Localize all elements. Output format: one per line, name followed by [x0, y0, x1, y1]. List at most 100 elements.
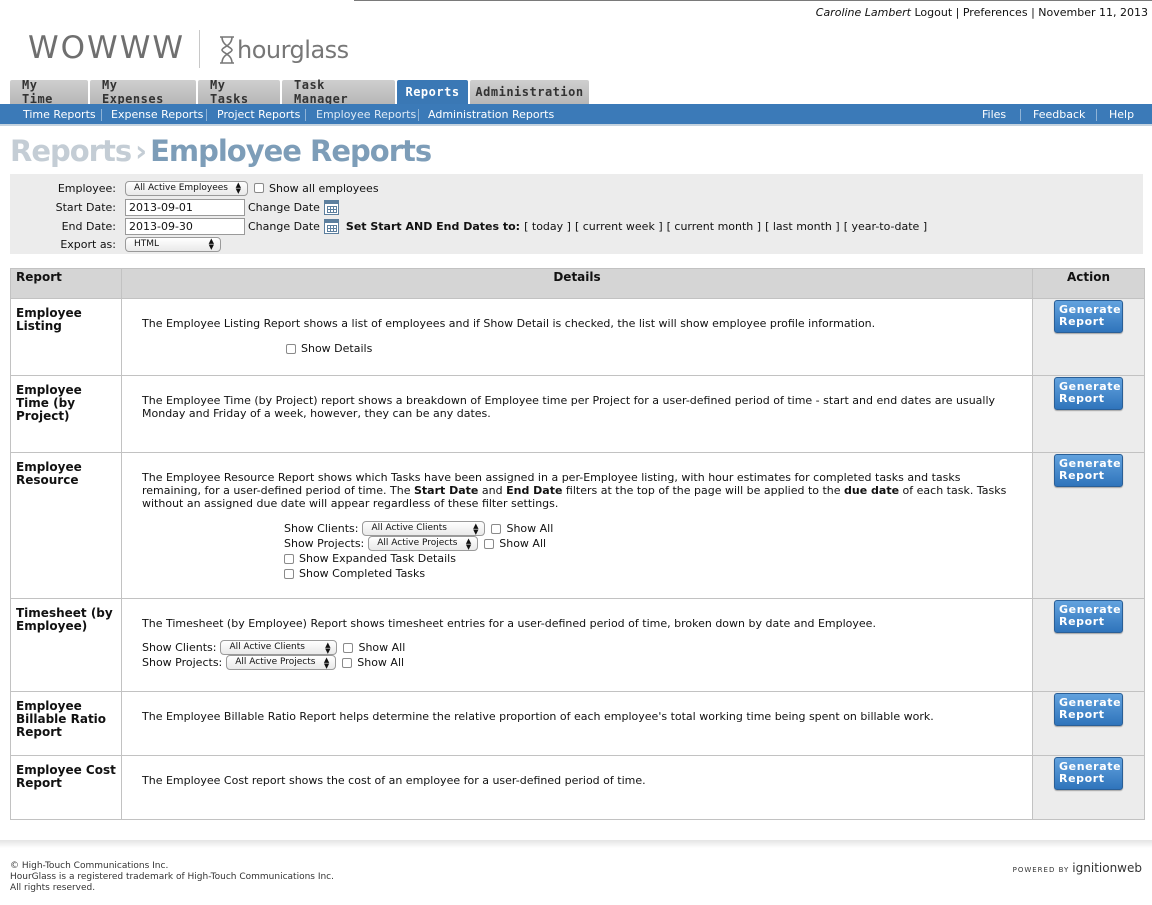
subnav-separator — [305, 109, 306, 121]
projects-select[interactable]: All Active Projects ▲ ▼ — [226, 655, 337, 670]
button-label-line2: Report — [1059, 392, 1105, 405]
report-name: Employee Cost Report — [10, 755, 122, 820]
show-clients-row: Show Clients: All Active Clients ▲ ▼ Show … — [284, 521, 1012, 536]
breadcrumb-current: Employee Reports — [150, 134, 432, 168]
employee-label: Employee: — [57, 181, 116, 195]
subnav-separator — [1096, 109, 1097, 121]
timesheet-options: Show Clients: All Active Clients ▲ ▼ Show … — [142, 640, 1012, 670]
start-date-label: Start Date: — [55, 200, 116, 214]
show-all-employees-checkbox[interactable] — [254, 183, 264, 193]
subnav-separator — [101, 109, 102, 121]
show-all-clients-checkbox[interactable] — [491, 523, 502, 534]
desc-text: and — [478, 484, 507, 497]
table-row: Employee Time (by Project) The Employee … — [10, 375, 1145, 453]
preferences-link[interactable]: Preferences — [963, 6, 1028, 19]
calendar-icon[interactable] — [323, 199, 339, 215]
table-row: Employee Resource The Employee Resource … — [10, 452, 1145, 599]
tab-my-expenses[interactable]: My Expenses — [90, 78, 196, 106]
generate-report-button[interactable]: Generate Report — [1054, 600, 1123, 633]
trademark-line: HourGlass is a registered trademark of H… — [10, 872, 334, 882]
report-description: The Timesheet (by Employee) Report shows… — [142, 617, 876, 630]
subnav-time-reports[interactable]: Time Reports — [15, 104, 104, 126]
quick-date-last-month[interactable]: [ last month ] — [765, 220, 840, 233]
clients-select[interactable]: All Active Clients ▲ ▼ — [220, 640, 338, 655]
footer-powered-by[interactable]: POWERED BY ignitionweb — [1013, 861, 1142, 875]
breadcrumb-reports[interactable]: Reports — [10, 134, 132, 168]
rights-line: All rights reserved. — [10, 883, 96, 893]
report-details: The Employee Listing Report shows a list… — [121, 298, 1033, 376]
button-label-line2: Report — [1059, 615, 1105, 628]
show-all-clients-checkbox[interactable] — [343, 642, 354, 653]
powered-by-label: POWERED BY — [1012, 866, 1070, 874]
subnav-separator — [1020, 109, 1021, 121]
set-dates-label: Set Start AND End Dates to: — [345, 219, 521, 233]
page-title: Reports › Employee Reports — [10, 134, 432, 168]
completed-tasks-checkbox[interactable] — [284, 568, 294, 579]
tab-my-tasks[interactable]: My Tasks — [198, 78, 280, 106]
subnav-project-reports[interactable]: Project Reports — [209, 104, 308, 126]
generate-report-button[interactable]: Generate Report — [1054, 454, 1123, 487]
generate-report-button[interactable]: Generate Report — [1054, 757, 1123, 790]
show-clients-label: Show Clients: — [284, 522, 359, 535]
expanded-details-label: Show Expanded Task Details — [299, 552, 456, 565]
table-row: Employee Cost Report The Employee Cost r… — [10, 755, 1145, 820]
report-name: Employee Billable Ratio Report — [10, 691, 122, 756]
show-details-option: Show Details — [286, 341, 1012, 356]
end-change-date-label[interactable]: Change Date — [248, 220, 320, 233]
show-all-projects-checkbox[interactable] — [484, 538, 495, 549]
tab-reports[interactable]: Reports — [397, 80, 468, 104]
show-projects-label: Show Projects: — [142, 656, 223, 669]
subnav-feedback[interactable]: Feedback — [1025, 104, 1093, 126]
report-details: The Timesheet (by Employee) Report shows… — [121, 598, 1033, 692]
user-name: Caroline Lambert — [815, 6, 911, 19]
projects-select[interactable]: All Active Projects ▲ ▼ — [368, 536, 479, 551]
table-row: Timesheet (by Employee) The Timesheet (b… — [10, 598, 1145, 692]
employee-filter-row: Employee: All Active Employees ▲ ▼ Show al… — [10, 179, 379, 197]
show-all-projects-checkbox[interactable] — [342, 657, 353, 668]
expanded-details-checkbox[interactable] — [284, 553, 294, 564]
select-arrows-icon: ▲ ▼ — [325, 640, 331, 655]
copyright-line: © High-Touch Communications Inc. — [10, 861, 169, 871]
export-label: Export as: — [60, 237, 116, 251]
report-details: The Employee Resource Report shows which… — [121, 452, 1033, 599]
quick-date-year-to-date[interactable]: [ year-to-date ] — [844, 220, 927, 233]
tab-administration[interactable]: Administration — [470, 80, 589, 104]
button-label-line2: Report — [1059, 772, 1105, 785]
tab-task-manager[interactable]: Task Manager — [282, 78, 395, 106]
quick-date-current-week[interactable]: [ current week ] — [575, 220, 663, 233]
export-row: Export as: HTML ▲ ▼ — [10, 235, 221, 253]
logout-link[interactable]: Logout — [914, 6, 952, 19]
show-details-checkbox[interactable] — [286, 343, 296, 354]
select-arrows-icon: ▲ ▼ — [208, 237, 214, 251]
tab-my-time[interactable]: My Time — [10, 78, 88, 106]
vendor-logo: ignitionweb — [1072, 861, 1142, 875]
show-projects-row: Show Projects: All Active Projects ▲ ▼ Sho… — [142, 655, 1012, 670]
show-all-label: Show All — [499, 537, 547, 550]
subnav-administration-reports[interactable]: Administration Reports — [420, 104, 562, 126]
quick-date-current-month[interactable]: [ current month ] — [667, 220, 761, 233]
clients-select[interactable]: All Active Clients ▲ ▼ — [362, 521, 486, 536]
show-all-label: Show All — [357, 656, 405, 669]
generate-report-button[interactable]: Generate Report — [1054, 693, 1123, 726]
generate-report-button[interactable]: Generate Report — [1054, 377, 1123, 410]
projects-select-value: All Active Projects — [377, 538, 458, 548]
quick-date-today[interactable]: [ today ] — [524, 220, 571, 233]
employee-select[interactable]: All Active Employees ▲ ▼ — [125, 180, 248, 196]
calendar-icon[interactable] — [323, 218, 339, 234]
subnav-employee-reports[interactable]: Employee Reports — [308, 104, 424, 126]
subnav-help[interactable]: Help — [1101, 104, 1142, 126]
desc-bold-end-date: End Date — [506, 484, 563, 497]
separator: | — [955, 6, 960, 19]
export-select[interactable]: HTML ▲ ▼ — [125, 236, 221, 252]
separator: | — [1031, 6, 1035, 19]
start-change-date-label[interactable]: Change Date — [248, 201, 320, 214]
report-name: Timesheet (by Employee) — [10, 598, 122, 692]
subnav-files[interactable]: Files — [974, 104, 1014, 126]
select-arrows-icon: ▲ ▼ — [323, 655, 330, 670]
start-date-input[interactable]: 2013-09-01 — [125, 198, 245, 216]
end-date-input[interactable]: 2013-09-30 — [125, 217, 245, 235]
report-details: The Employee Billable Ratio Report helps… — [121, 691, 1033, 756]
show-all-employees-label: Show all employees — [269, 181, 379, 195]
generate-report-button[interactable]: Generate Report — [1054, 300, 1123, 333]
subnav-expense-reports[interactable]: Expense Reports — [103, 104, 211, 126]
